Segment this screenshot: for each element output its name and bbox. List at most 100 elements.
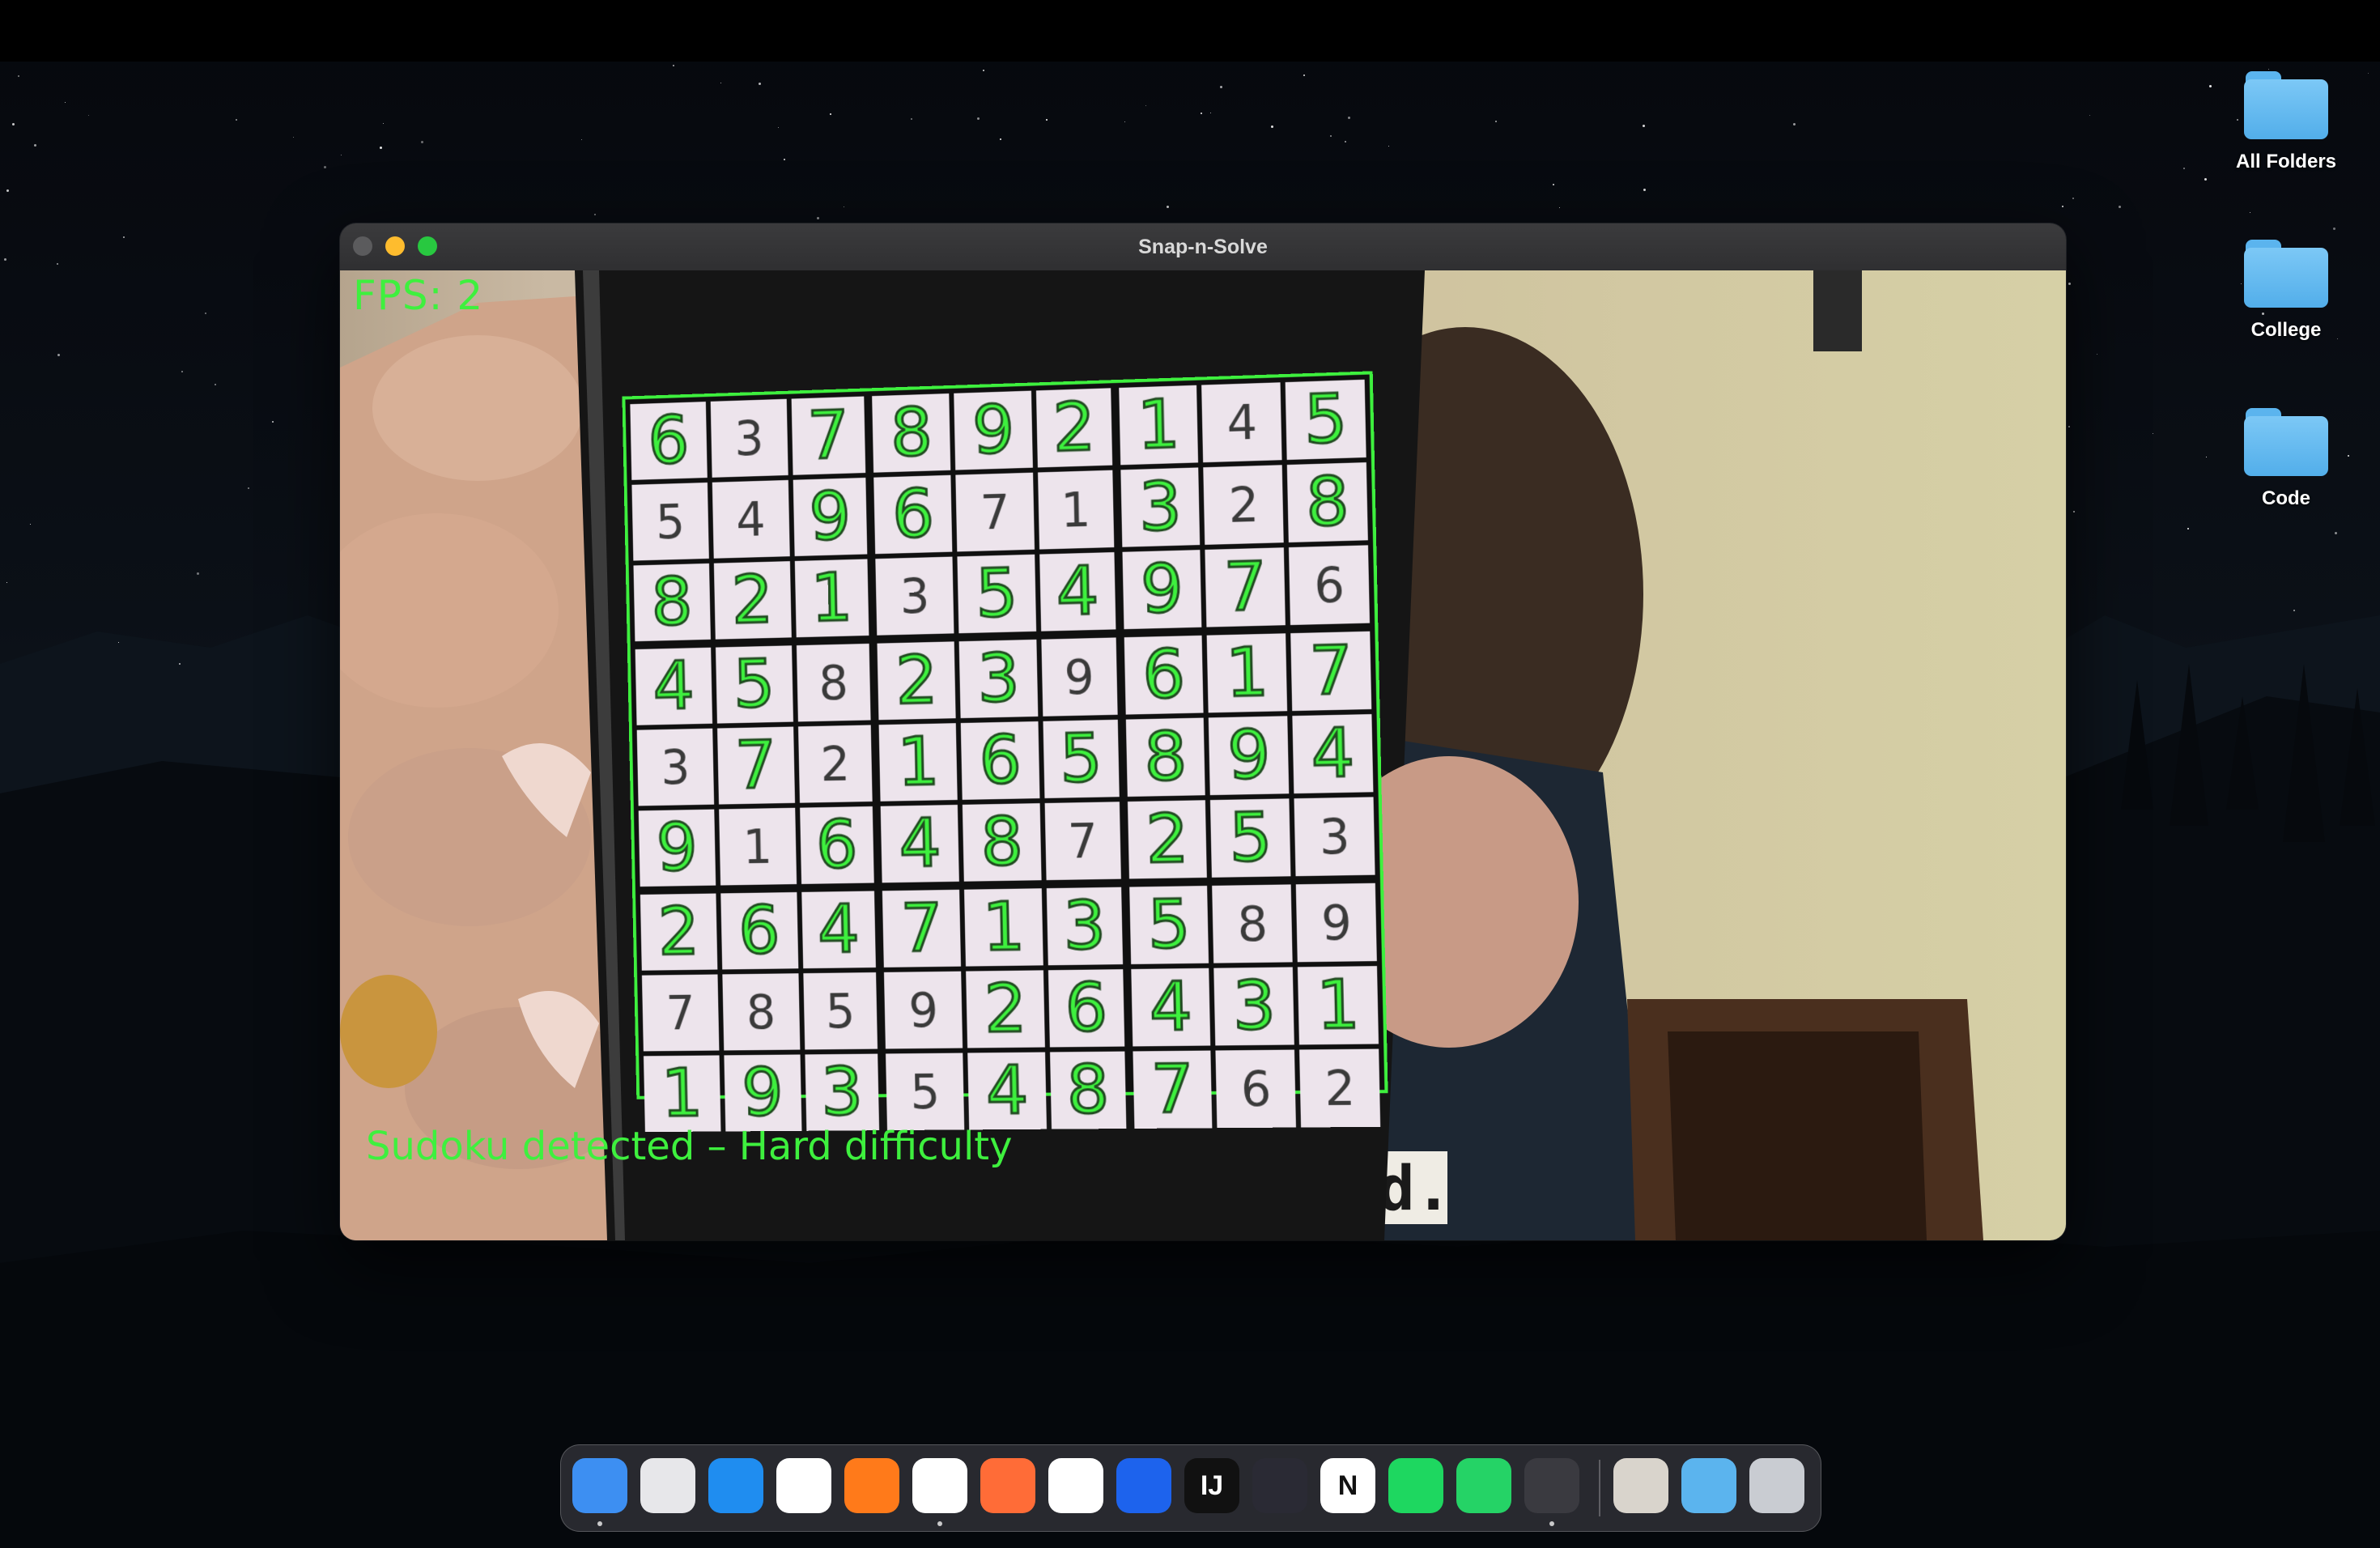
sudoku-cell-solved: 7	[716, 725, 795, 806]
sudoku-cell-solved: 9	[638, 809, 716, 887]
launchpad-icon[interactable]	[640, 1458, 695, 1513]
star	[911, 118, 912, 120]
sudoku-cell-solved: 8	[1049, 1050, 1127, 1130]
star	[181, 371, 183, 372]
sudoku-cell-solved: 8	[962, 802, 1042, 882]
sudoku-cell-solved: 1	[1207, 632, 1288, 713]
star	[197, 572, 199, 575]
postman-icon[interactable]	[980, 1458, 1035, 1513]
star	[1345, 141, 1346, 142]
sudoku-cell-solved: 8	[1287, 461, 1368, 543]
vscode-icon[interactable]	[912, 1458, 967, 1513]
star	[65, 102, 66, 103]
sudoku-cell-solved: 5	[1128, 885, 1209, 965]
folder-label: Code	[2262, 487, 2310, 509]
star	[2187, 528, 2189, 529]
sudoku-cell-given: 5	[886, 1053, 965, 1131]
sudoku-cell-given: 6	[1289, 545, 1371, 626]
desktop-folder-code[interactable]: Code	[2205, 408, 2367, 510]
sudoku-cell-solved: 1	[1298, 965, 1379, 1046]
sudoku-cell-solved: 2	[1035, 387, 1112, 468]
docker-icon[interactable]	[1116, 1458, 1171, 1513]
star	[759, 83, 761, 85]
star	[88, 115, 89, 116]
star	[784, 159, 785, 160]
sudoku-cell-solved: 9	[793, 477, 868, 557]
star	[57, 263, 58, 265]
sudoku-cell-given: 4	[1201, 382, 1282, 463]
desktop-folder-all-folders[interactable]: All Folders	[2205, 71, 2367, 173]
star	[248, 487, 249, 489]
star	[817, 217, 819, 219]
sudoku-cell-solved: 3	[1213, 966, 1295, 1047]
sudoku-cell-solved: 8	[872, 393, 951, 474]
star	[18, 75, 19, 77]
firefox-icon[interactable]	[844, 1458, 899, 1513]
star	[1553, 184, 1554, 185]
trash-icon[interactable]	[1749, 1458, 1804, 1513]
sudoku-cell-solved: 9	[954, 390, 1033, 470]
star	[1201, 113, 1202, 114]
sudoku-cell-solved: 4	[1292, 713, 1374, 794]
sudoku-cell-solved: 6	[799, 806, 875, 885]
python-launcher-icon[interactable]	[1524, 1458, 1579, 1513]
folder-stack-icon[interactable]	[1681, 1458, 1736, 1513]
sudoku-cell-given: 2	[797, 725, 873, 803]
sudoku-cell-solved: 1	[878, 722, 958, 802]
window-title: Snap-n-Solve	[1138, 236, 1268, 258]
dock-separator	[1599, 1460, 1600, 1516]
obsidian-icon[interactable]	[1252, 1458, 1307, 1513]
sudoku-cell-given: 1	[718, 807, 797, 886]
star	[34, 144, 36, 147]
safari-icon[interactable]	[708, 1458, 763, 1513]
star	[215, 384, 216, 385]
star	[1330, 135, 1332, 137]
star	[383, 123, 384, 124]
running-indicator	[1549, 1521, 1554, 1526]
star	[1388, 146, 1389, 147]
sudoku-cell-solved: 4	[967, 1051, 1047, 1131]
star	[272, 421, 274, 423]
sudoku-cell-solved: 7	[1133, 1049, 1213, 1129]
star	[1643, 125, 1645, 127]
intellij-icon[interactable]: IJ	[1184, 1458, 1239, 1513]
star	[2068, 426, 2070, 427]
star	[1220, 86, 1222, 88]
whatsapp-icon[interactable]	[1456, 1458, 1511, 1513]
spotify-icon[interactable]	[1388, 1458, 1443, 1513]
star	[293, 137, 294, 138]
sudoku-cell-solved: 5	[1043, 719, 1120, 799]
sudoku-cell-given: 9	[1041, 637, 1118, 717]
star	[2073, 511, 2075, 512]
finder-icon[interactable]	[572, 1458, 627, 1513]
notion-icon[interactable]: N	[1320, 1458, 1375, 1513]
folder-label: All Folders	[2235, 151, 2337, 172]
sudoku-cell-given: 5	[802, 972, 878, 1050]
downloads-stack-icon[interactable]	[1613, 1458, 1668, 1513]
sudoku-cell-solved: 6	[960, 721, 1040, 801]
desktop-folder-college[interactable]: College	[2205, 240, 2367, 342]
sudoku-cell-solved: 7	[882, 889, 962, 968]
star	[1303, 74, 1305, 76]
star	[2368, 73, 2369, 74]
sudoku-cell-given: 8	[722, 973, 800, 1051]
sudoku-cell-solved: 6	[1124, 635, 1205, 716]
mongodb-icon[interactable]	[1048, 1458, 1103, 1513]
sudoku-cell-solved: 8	[633, 563, 711, 642]
sudoku-cell-solved: 5	[1210, 797, 1291, 878]
window-titlebar[interactable]: Snap-n-Solve	[340, 223, 2066, 271]
folder-label: College	[2250, 319, 2322, 341]
star	[2204, 178, 2207, 181]
fps-counter: FPS: 2	[353, 272, 484, 319]
star	[2333, 228, 2335, 230]
sudoku-cell-given: 4	[712, 479, 790, 559]
sudoku-cell-solved: 3	[958, 639, 1039, 719]
desktop: All Folders College Code Snap-n-Solve d.…	[0, 0, 2380, 1548]
star	[2062, 206, 2063, 207]
sudoku-cell-given: 9	[1295, 882, 1377, 963]
chrome-icon[interactable]	[776, 1458, 831, 1513]
star	[179, 663, 181, 665]
sudoku-cell-given: 3	[875, 556, 954, 636]
sudoku-cell-given: 3	[636, 728, 714, 806]
sudoku-cell-given: 3	[1294, 797, 1375, 877]
